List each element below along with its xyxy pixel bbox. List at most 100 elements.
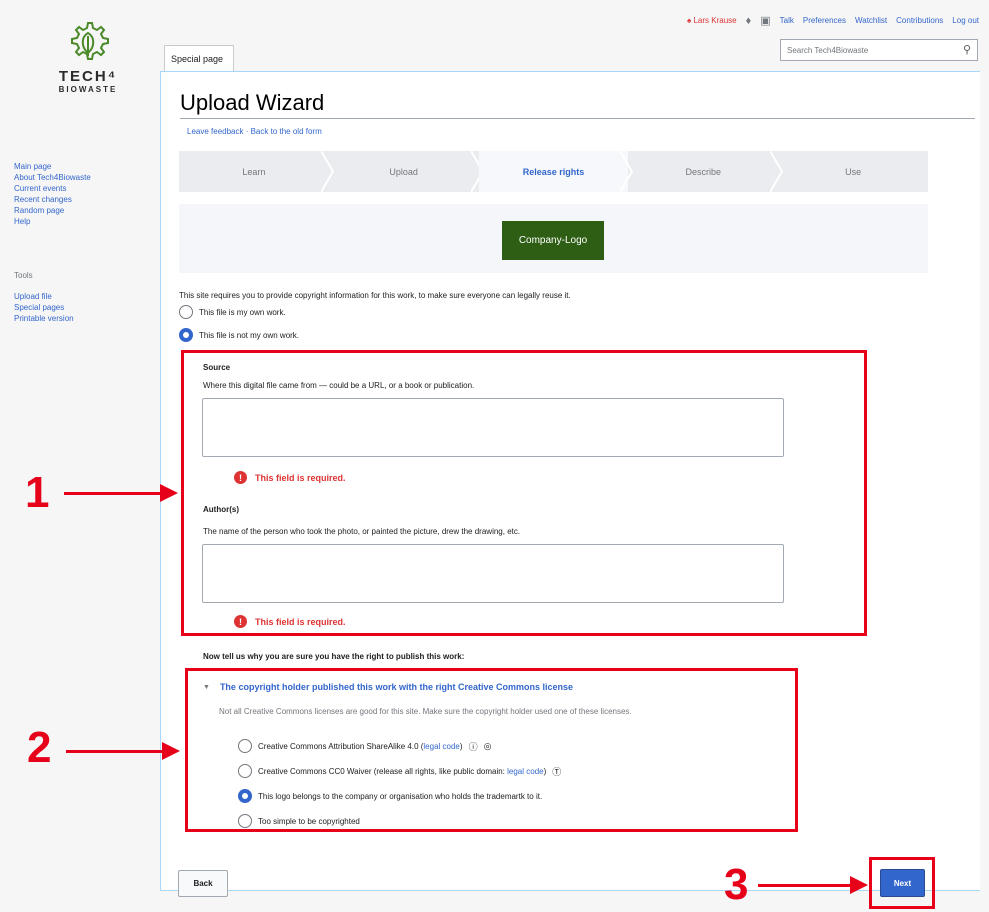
radio-not-own-work-row[interactable]: This file is not my own work. [179, 328, 299, 342]
sidebar-item-random-page[interactable]: Random page [14, 205, 91, 216]
page-title: Upload Wizard [180, 90, 325, 115]
talk-link[interactable]: Talk [780, 16, 794, 25]
step-label: Use [845, 166, 862, 177]
logout-link[interactable]: Log out [952, 16, 979, 25]
source-help: Where this digital file came from — coul… [203, 381, 475, 390]
radio-trademark[interactable] [238, 789, 252, 803]
radio-own-work-row[interactable]: This file is my own work. [179, 305, 286, 319]
user-link[interactable]: ♠ Lars Krause [687, 16, 737, 25]
step-label: Upload [389, 166, 418, 177]
callout-arrow-3 [758, 884, 854, 887]
user-icon: ♠ [686, 16, 692, 25]
legal-code-link[interactable]: legal code [423, 742, 459, 751]
step-label: Release rights [522, 166, 585, 177]
reason-heading: Now tell us why you are sure you have th… [203, 652, 465, 661]
personal-tools: ♠ Lars Krause ♦ ▣ Talk Preferences Watch… [687, 14, 979, 28]
arrow-head-icon [160, 484, 178, 502]
radio-own-work-label: This file is my own work. [199, 307, 286, 317]
radio-cc0[interactable] [238, 764, 252, 778]
callout-number-3: 3 [724, 860, 749, 909]
license-text: Creative Commons Attribution ShareAlike … [258, 741, 424, 751]
logo-line-2: BIOWASTE [58, 85, 118, 94]
license-option-cc-by-sa[interactable]: Creative Commons Attribution ShareAlike … [238, 739, 491, 753]
error-icon: ! [234, 615, 247, 628]
step-label: Learn [242, 166, 266, 177]
callout-number-2: 2 [27, 723, 52, 772]
license-text-close: ) [459, 741, 463, 751]
preferences-link[interactable]: Preferences [803, 16, 846, 25]
user-name: Lars Krause [693, 16, 737, 25]
sidebar-item-special-pages[interactable]: Special pages [14, 302, 74, 313]
cc-sa-icon: ◎ [483, 740, 492, 751]
radio-not-own-work[interactable] [179, 328, 193, 342]
feedback-links[interactable]: Leave feedback · Back to the old form [187, 127, 322, 136]
license-note: Not all Creative Commons licenses are go… [219, 707, 632, 716]
title-divider [180, 118, 975, 119]
sidebar-item-upload-file[interactable]: Upload file [14, 291, 74, 302]
source-error-text: This field is required. [255, 472, 346, 483]
license-text: Creative Commons CC0 Waiver (release all… [258, 766, 508, 776]
step-label: Describe [685, 166, 722, 177]
tab-special-page[interactable]: Special page [164, 45, 234, 71]
license-option-trademark-label: This logo belongs to the company or orga… [258, 791, 543, 801]
license-toggle-text: The copyright holder published this work… [219, 682, 573, 692]
sidebar-item-printable-version[interactable]: Printable version [14, 313, 74, 324]
license-option-cc0[interactable]: Creative Commons CC0 Waiver (release all… [238, 764, 561, 778]
step-use: Use [778, 151, 928, 192]
sidebar-item-current-events[interactable]: Current events [14, 183, 91, 194]
author-error-text: This field is required. [255, 616, 346, 627]
sidebar-item-main-page[interactable]: Main page [14, 161, 91, 172]
author-label: Author(s) [203, 505, 239, 514]
source-field[interactable] [202, 398, 784, 457]
callout-number-1: 1 [25, 468, 50, 517]
callout-arrow-1 [64, 492, 164, 495]
error-icon: ! [234, 471, 247, 484]
file-thumbnail: Company-Logo [502, 221, 604, 260]
search-icon[interactable]: ⚲ [963, 43, 971, 56]
step-describe: Describe [628, 151, 784, 192]
site-logo[interactable]: TECH⁴ BIOWASTE [28, 20, 148, 120]
license-option-too-simple[interactable]: Too simple to be copyrighted [238, 814, 360, 828]
arrow-head-icon [850, 876, 868, 894]
sidebar-item-about[interactable]: About Tech4Biowaste [14, 172, 91, 183]
wizard-steps: Learn Upload Release rights Describe Use [179, 151, 928, 192]
gear-leaf-icon [71, 22, 109, 60]
copyright-intro: This site requires you to provide copyri… [179, 291, 571, 300]
sidebar-tools-heading: Tools [14, 271, 33, 280]
source-label: Source [203, 363, 231, 372]
license-toggle[interactable]: ▼ The copyright holder published this wo… [203, 682, 573, 692]
legal-code-link[interactable]: legal code [507, 767, 543, 776]
collapse-triangle-icon: ▼ [203, 683, 210, 691]
license-option-cc0-label: Creative Commons CC0 Waiver (release all… [258, 767, 546, 776]
callout-arrow-2 [66, 750, 166, 753]
search-placeholder: Search Tech4Biowaste [787, 46, 869, 55]
logo-line-1: TECH⁴ [58, 68, 118, 85]
author-field[interactable] [202, 544, 784, 603]
license-option-trademark[interactable]: This logo belongs to the company or orga… [238, 789, 542, 803]
author-error: ! This field is required. [234, 615, 346, 628]
devices-icon[interactable]: ▣ [760, 14, 770, 27]
cc-zero-icon: Ⓣ [552, 766, 562, 777]
sidebar-main-nav: Main page About Tech4Biowaste Current ev… [14, 161, 91, 227]
license-option-too-simple-label: Too simple to be copyrighted [258, 816, 360, 826]
back-button[interactable]: Back [178, 870, 228, 897]
sidebar-tools-nav: Upload file Special pages Printable vers… [14, 291, 74, 324]
step-learn: Learn [179, 151, 334, 192]
sidebar-item-help[interactable]: Help [14, 216, 91, 227]
radio-own-work[interactable] [179, 305, 193, 319]
radio-cc-by-sa[interactable] [238, 739, 252, 753]
notifications-bell-icon[interactable]: ♦ [746, 15, 752, 27]
watchlist-link[interactable]: Watchlist [855, 16, 887, 25]
license-option-cc-by-sa-label: Creative Commons Attribution ShareAlike … [258, 742, 463, 751]
search-input[interactable]: Search Tech4Biowaste ⚲ [780, 39, 978, 61]
sidebar-item-recent-changes[interactable]: Recent changes [14, 194, 91, 205]
cc-by-icon: ⓘ [468, 741, 478, 752]
contributions-link[interactable]: Contributions [896, 16, 943, 25]
radio-too-simple[interactable] [238, 814, 252, 828]
next-button[interactable]: Next [880, 869, 925, 897]
source-error: ! This field is required. [234, 471, 346, 484]
arrow-head-icon [162, 742, 180, 760]
step-upload: Upload [329, 151, 484, 192]
step-release-rights: Release rights [478, 151, 634, 192]
license-text-close: ) [543, 766, 547, 776]
